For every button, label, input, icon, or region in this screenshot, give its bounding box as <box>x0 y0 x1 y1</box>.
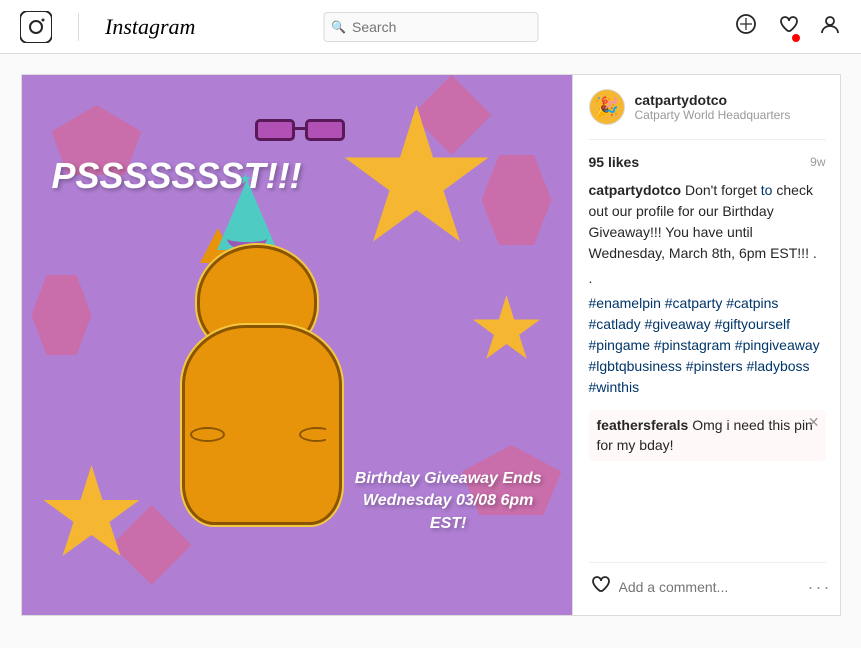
notification-dot <box>792 34 800 42</box>
likes-count: 95 likes <box>589 154 640 170</box>
user-info: catpartydotco Catparty World Headquarter… <box>635 92 791 122</box>
like-button[interactable] <box>589 573 611 601</box>
post-actions: ··· <box>589 562 826 601</box>
avatar[interactable]: 🎉 <box>589 89 625 125</box>
search-input[interactable] <box>323 12 538 42</box>
time-ago: 9w <box>810 155 825 169</box>
post-user-header: 🎉 catpartydotco Catparty World Headquart… <box>589 89 826 140</box>
logo-area: Instagram <box>20 11 195 43</box>
search-icon: 🔍 <box>331 20 346 34</box>
caption-link[interactable]: to <box>761 182 773 198</box>
avatar-emoji: 🎉 <box>594 95 619 120</box>
user-tagline: Catparty World Headquarters <box>635 108 791 122</box>
profile-icon[interactable] <box>819 13 841 41</box>
header-divider <box>78 13 79 41</box>
cat-body <box>182 325 342 525</box>
glass-left <box>255 119 295 141</box>
post-container: PSSSSSSST!!! <box>21 74 841 616</box>
header-actions <box>735 13 841 41</box>
instagram-logo-icon <box>20 11 52 43</box>
add-comment-row: ··· <box>589 573 826 601</box>
caption-dot: . <box>589 268 826 289</box>
comment-close-button[interactable]: ✕ <box>808 414 820 431</box>
comment-text: feathersferals Omg i need this pin for m… <box>597 417 813 453</box>
comment-input[interactable] <box>619 579 800 595</box>
cat-arm-left <box>190 427 225 442</box>
comment-block: feathersferals Omg i need this pin for m… <box>589 410 826 461</box>
more-options-button[interactable]: ··· <box>808 577 832 598</box>
glass-right <box>305 119 345 141</box>
likes-row: 95 likes 9w <box>589 154 826 170</box>
cat-glasses <box>250 117 370 147</box>
comment-username[interactable]: feathersferals <box>597 417 689 433</box>
caption-username[interactable]: catpartydotco <box>589 182 682 198</box>
image-text-bottom: Birthday Giveaway Ends Wednesday 03/08 6… <box>355 468 542 535</box>
cat-tail <box>284 412 334 492</box>
compass-icon[interactable] <box>735 13 757 41</box>
header: Instagram 🔍 <box>0 0 861 54</box>
cat-pin-illustration <box>152 225 382 525</box>
caption-text-1: Don't forget <box>681 182 761 198</box>
party-hat <box>217 180 277 250</box>
post-sidebar: 🎉 catpartydotco Catparty World Headquart… <box>572 75 842 615</box>
app-title: Instagram <box>105 14 195 40</box>
main-content: PSSSSSSST!!! <box>0 54 861 636</box>
post-caption: catpartydotco Don't forget to check out … <box>589 180 826 398</box>
notifications-heart-icon[interactable] <box>777 13 799 41</box>
caption-hashtags[interactable]: #enamelpin #catparty #catpins #catlady #… <box>589 295 820 395</box>
search-bar: 🔍 <box>323 12 538 42</box>
username[interactable]: catpartydotco <box>635 92 791 108</box>
post-image: PSSSSSSST!!! <box>22 75 572 615</box>
